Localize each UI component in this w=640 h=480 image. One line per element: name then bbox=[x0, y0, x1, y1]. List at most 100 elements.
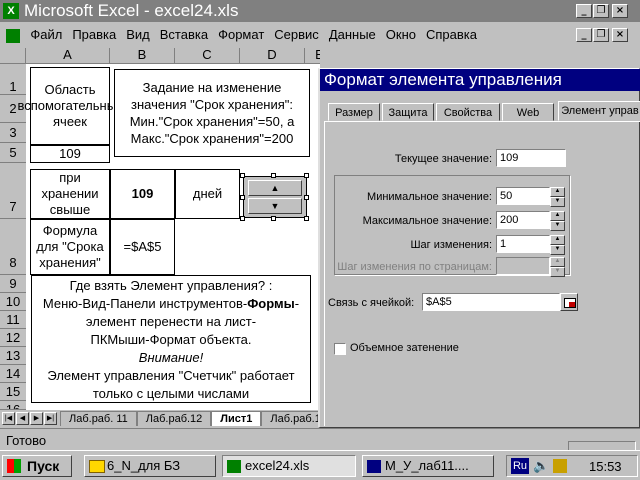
row-header-15[interactable]: 15 bbox=[0, 383, 26, 401]
language-indicator[interactable]: Ru bbox=[511, 458, 529, 474]
column-header-c[interactable]: C bbox=[175, 48, 240, 64]
row-header-12[interactable]: 12 bbox=[0, 329, 26, 347]
cell-a8-label[interactable]: Формула для "Срока хранения" bbox=[30, 219, 110, 275]
menu-data[interactable]: Данные bbox=[324, 22, 381, 48]
tray-app-icon[interactable] bbox=[553, 459, 567, 473]
spin-down-icon[interactable]: ▼ bbox=[550, 221, 565, 231]
spin-up-icon[interactable]: ▲ bbox=[550, 211, 565, 221]
dialog-tab-protection[interactable]: Защита bbox=[382, 103, 434, 121]
spinner-down-arrow-icon[interactable]: ▼ bbox=[248, 198, 302, 214]
note-line: только с целыми числами bbox=[92, 386, 250, 401]
selection-handle[interactable] bbox=[240, 173, 245, 178]
spinner-up-arrow-icon[interactable]: ▲ bbox=[248, 180, 302, 196]
row-header-8[interactable]: 8 bbox=[0, 219, 26, 275]
current-value-field[interactable]: 109 bbox=[496, 149, 566, 167]
dialog-tab-size[interactable]: Размер bbox=[328, 103, 380, 121]
doc-close-button[interactable]: × bbox=[612, 28, 628, 42]
note-line: Где взять Элемент управления? : bbox=[69, 278, 273, 293]
dialog-tab-web[interactable]: Web bbox=[502, 103, 554, 121]
column-header-e[interactable]: E bbox=[305, 48, 320, 64]
menu-help[interactable]: Справка bbox=[421, 22, 482, 48]
sheet-tab-active[interactable]: Лист1 bbox=[211, 411, 262, 426]
menu-insert[interactable]: Вставка bbox=[155, 22, 213, 48]
next-sheet-arrow-icon[interactable]: ▶ bbox=[30, 412, 43, 425]
column-header-d[interactable]: D bbox=[240, 48, 305, 64]
note-box[interactable]: Где взять Элемент управления? : Меню-Вид… bbox=[31, 275, 311, 403]
cell-c7-unit[interactable]: дней bbox=[175, 169, 240, 219]
sheet-tabs-bar: |◀ ◀ ▶ ▶| Лаб.раб. 11 Лаб.раб.12 Лист1 Лаб.… bbox=[0, 410, 320, 428]
selection-handle[interactable] bbox=[271, 173, 276, 178]
cell-a1-helper-area[interactable]: Область вспомогательных ячеек bbox=[17, 67, 123, 145]
taskbar-item-excel[interactable]: excel24.xls bbox=[222, 455, 356, 477]
page-step-label: Шаг изменения по страницам: bbox=[337, 261, 492, 273]
column-header-a[interactable]: A bbox=[26, 48, 110, 64]
dialog-tab-control[interactable]: Элемент управ bbox=[558, 101, 640, 121]
excel-app-icon[interactable]: X bbox=[3, 3, 19, 19]
spin-up-icon[interactable]: ▲ bbox=[550, 187, 565, 197]
first-sheet-arrow-icon[interactable]: |◀ bbox=[2, 412, 15, 425]
row-header-7[interactable]: 7 bbox=[0, 163, 26, 219]
volume-icon[interactable]: 🔈 bbox=[533, 458, 549, 474]
cell-a5-value[interactable]: 109 bbox=[30, 145, 110, 163]
close-button[interactable]: × bbox=[612, 4, 628, 18]
selection-handle[interactable] bbox=[240, 195, 245, 200]
shading-label: Объемное затенение bbox=[350, 342, 459, 354]
row-header-5[interactable]: 5 bbox=[0, 143, 26, 163]
menu-format[interactable]: Формат bbox=[213, 22, 269, 48]
row-header-10[interactable]: 10 bbox=[0, 293, 26, 311]
format-control-dialog: Формат элемента управления Размер Защита… bbox=[318, 68, 640, 428]
row-header-16[interactable]: 16 bbox=[0, 401, 26, 410]
taskbar-item-word[interactable]: М_У_лаб11.... bbox=[362, 455, 494, 477]
menu-window[interactable]: Окно bbox=[381, 22, 421, 48]
shading-checkbox[interactable] bbox=[334, 343, 346, 355]
cell-link-field[interactable]: $A$5 bbox=[422, 293, 560, 311]
page-step-spinner: ▲ ▼ bbox=[550, 257, 565, 277]
last-sheet-arrow-icon[interactable]: ▶| bbox=[44, 412, 57, 425]
menu-tools[interactable]: Сервис bbox=[269, 22, 324, 48]
doc-minimize-button[interactable]: _ bbox=[576, 28, 592, 42]
selection-handle[interactable] bbox=[271, 216, 276, 221]
selection-handle[interactable] bbox=[304, 173, 309, 178]
max-value-spinner[interactable]: ▲ ▼ bbox=[550, 211, 565, 231]
menu-view[interactable]: Вид bbox=[121, 22, 155, 48]
note-line: Меню-Вид-Панели инструментов-Формы- bbox=[42, 296, 300, 311]
dialog-tab-properties[interactable]: Свойства bbox=[436, 103, 500, 121]
max-value-field[interactable]: 200 bbox=[496, 211, 550, 229]
collapse-dialog-icon[interactable] bbox=[560, 293, 578, 311]
status-bar: Готово bbox=[0, 428, 640, 451]
row-header-13[interactable]: 13 bbox=[0, 347, 26, 365]
row-header-14[interactable]: 14 bbox=[0, 365, 26, 383]
cell-b1-task-text[interactable]: Задание на изменение значения "Срок хран… bbox=[114, 69, 310, 157]
sheet-tab[interactable]: Лаб.раб.12 (2 bbox=[261, 411, 320, 426]
restore-button[interactable]: ❐ bbox=[593, 4, 609, 18]
step-spinner[interactable]: ▲ ▼ bbox=[550, 235, 565, 255]
prev-sheet-arrow-icon[interactable]: ◀ bbox=[16, 412, 29, 425]
workbook-icon[interactable] bbox=[6, 28, 20, 43]
spin-down-icon[interactable]: ▼ bbox=[550, 245, 565, 255]
cell-a7-label[interactable]: при хранении свыше bbox=[30, 169, 110, 219]
row-header-9[interactable]: 9 bbox=[0, 275, 26, 293]
sheet-tab[interactable]: Лаб.раб. 11 bbox=[60, 411, 137, 426]
selection-handle[interactable] bbox=[240, 216, 245, 221]
spin-up-icon[interactable]: ▲ bbox=[550, 235, 565, 245]
spin-down-icon[interactable]: ▼ bbox=[550, 197, 565, 207]
cell-b7-value[interactable]: 109 bbox=[110, 169, 175, 219]
select-all-corner[interactable] bbox=[0, 48, 26, 64]
row-header-11[interactable]: 11 bbox=[0, 311, 26, 329]
step-field[interactable]: 1 bbox=[496, 235, 550, 253]
menu-file[interactable]: Файл bbox=[25, 22, 67, 48]
taskbar-item-folder[interactable]: 6_N_для БЗ bbox=[84, 455, 216, 477]
start-button[interactable]: Пуск bbox=[2, 455, 72, 477]
spinner-control[interactable]: ▲ ▼ bbox=[243, 176, 307, 218]
selection-handle[interactable] bbox=[304, 195, 309, 200]
doc-restore-button[interactable]: ❐ bbox=[593, 28, 609, 42]
sheet-tab[interactable]: Лаб.раб.12 bbox=[136, 411, 212, 426]
min-value-field[interactable]: 50 bbox=[496, 187, 550, 205]
min-value-spinner[interactable]: ▲ ▼ bbox=[550, 187, 565, 207]
selection-handle[interactable] bbox=[304, 216, 309, 221]
worksheet: A B C D E 1 2 3 5 7 8 9 10 11 12 13 14 1… bbox=[0, 48, 320, 410]
cell-b8-formula[interactable]: =$A$5 bbox=[110, 219, 175, 275]
menu-edit[interactable]: Правка bbox=[67, 22, 121, 48]
minimize-button[interactable]: _ bbox=[576, 4, 592, 18]
column-header-b[interactable]: B bbox=[110, 48, 175, 64]
